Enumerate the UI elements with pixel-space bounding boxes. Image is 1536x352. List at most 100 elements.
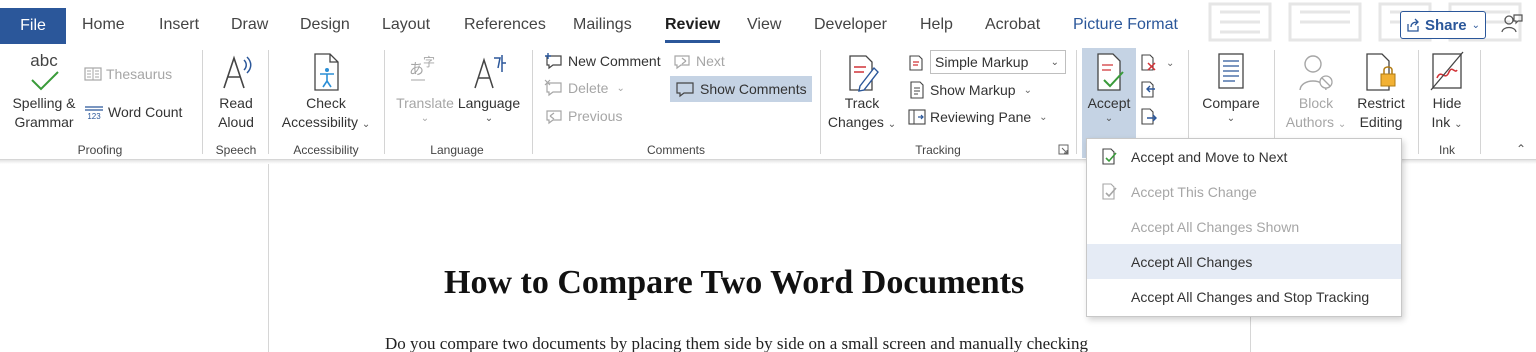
translate-icon: あ 字: [409, 54, 435, 81]
hide-label: Hide: [1432, 95, 1462, 111]
track-label: Track: [844, 95, 880, 111]
block-authors-button[interactable]: Block Authors ⌄: [1280, 50, 1352, 132]
group-separator: [384, 50, 385, 154]
document-title[interactable]: How to Compare Two Word Documents: [444, 264, 1024, 302]
markup-select-value: Simple Markup: [935, 54, 1029, 70]
track-changes-button[interactable]: Track Changes ⌄: [828, 50, 896, 132]
chevron-down-icon: ⌄: [1337, 119, 1347, 130]
menu-item-label: Accept All Changes Shown: [1131, 218, 1300, 235]
check-label: Check: [306, 95, 346, 111]
authors-label-text: Authors: [1285, 114, 1334, 130]
next-comment-button[interactable]: Next: [672, 50, 725, 72]
document-body-text[interactable]: Do you compare two documents by placing …: [385, 334, 1088, 352]
ink-label: Ink ⌄: [1432, 113, 1463, 132]
chevron-down-icon: ⌄: [1039, 111, 1048, 123]
menu-item-accept-this-change[interactable]: Accept This Change: [1087, 174, 1401, 209]
next-comment-icon: [674, 55, 690, 70]
previous-change-button[interactable]: [1140, 79, 1158, 101]
chevron-down-icon: ⌄: [1104, 113, 1114, 124]
tab-developer[interactable]: Developer: [814, 16, 887, 34]
next-label: Next: [696, 53, 725, 69]
tab-acrobat[interactable]: Acrobat: [985, 16, 1040, 34]
markup-icon: [909, 55, 923, 71]
track-changes-label: Changes ⌄: [828, 113, 896, 132]
reject-icon: [1141, 54, 1156, 71]
group-label-ink: Ink: [1438, 143, 1455, 157]
next-change-icon: [1141, 108, 1157, 125]
spelling-grammar-button[interactable]: abc Spelling & Grammar: [10, 50, 78, 132]
group-label-tracking: Tracking: [915, 143, 961, 157]
group-label-accessibility: Accessibility: [293, 143, 359, 157]
chevron-down-icon: ⌄: [1166, 57, 1175, 69]
menu-item-label: Accept All Changes: [1131, 253, 1253, 270]
read-aloud-label-2: Aloud: [218, 114, 254, 130]
restrict-label: Restrict: [1357, 95, 1405, 111]
previous-comment-button[interactable]: Previous: [544, 105, 622, 127]
word-count-button[interactable]: 123 Word Count: [84, 101, 182, 123]
comments-pane-icon[interactable]: [1500, 12, 1524, 36]
thesaurus-button[interactable]: Thesaurus: [84, 63, 172, 85]
accept-button[interactable]: Accept ⌄: [1082, 50, 1136, 125]
reviewing-pane-button[interactable]: Reviewing Pane ⌄: [908, 106, 1048, 128]
accept-label: Accept: [1087, 95, 1131, 111]
group-separator: [1076, 50, 1077, 154]
delete-comment-icon: [544, 79, 562, 97]
reviewing-pane-label: Reviewing Pane: [930, 109, 1032, 125]
ink-label-text: Ink: [1431, 114, 1451, 130]
word-count-icon: 123: [85, 106, 103, 120]
display-for-review-select[interactable]: Simple Markup ⌄: [930, 50, 1066, 74]
tab-view[interactable]: View: [747, 16, 781, 34]
chevron-down-icon: ⌄: [1226, 113, 1236, 124]
restrict-editing-icon: [1366, 53, 1396, 91]
check-accessibility-button[interactable]: Check Accessibility ⌄: [274, 50, 378, 132]
language-button[interactable]: Language ⌄: [456, 50, 522, 125]
group-separator: [1480, 50, 1481, 154]
show-comments-button[interactable]: Show Comments: [670, 76, 812, 102]
tab-draw[interactable]: Draw: [231, 16, 268, 34]
read-aloud-label: Read: [219, 95, 253, 111]
show-markup-button[interactable]: Show Markup ⌄: [908, 79, 1032, 101]
chevron-down-icon: ⌄: [887, 119, 897, 130]
restrict-editing-button[interactable]: Restrict Editing: [1350, 50, 1412, 132]
tab-review[interactable]: Review: [665, 16, 721, 43]
reviewing-pane-icon: [908, 109, 926, 125]
tab-insert[interactable]: Insert: [159, 16, 199, 34]
tab-file[interactable]: File: [0, 8, 66, 44]
tab-home[interactable]: Home: [82, 16, 125, 34]
previous-change-icon: [1141, 81, 1155, 98]
delete-comment-button[interactable]: Delete ⌄: [544, 77, 625, 99]
translate-button[interactable]: あ 字 Translate ⌄: [394, 50, 456, 125]
tab-help[interactable]: Help: [920, 16, 953, 34]
collapse-ribbon-icon[interactable]: ⌃: [1516, 142, 1526, 156]
new-comment-button[interactable]: New Comment: [544, 50, 661, 72]
next-change-button[interactable]: [1140, 106, 1158, 128]
share-icon: [1407, 18, 1419, 32]
tab-picture-format[interactable]: Picture Format: [1073, 16, 1178, 34]
menu-item-label: Accept and Move to Next: [1131, 148, 1288, 165]
menu-item-accept-all-changes-shown[interactable]: Accept All Changes Shown: [1087, 209, 1401, 244]
menu-item-accept-all-changes-and-stop-tracking[interactable]: Accept All Changes and Stop Tracking: [1087, 279, 1401, 314]
group-separator: [202, 50, 203, 154]
menu-item-accept-and-move-to-next[interactable]: Accept and Move to Next: [1087, 139, 1401, 174]
reject-button[interactable]: ⌄: [1140, 52, 1174, 74]
accept-icon: [1097, 53, 1124, 91]
hide-ink-button[interactable]: Hide Ink ⌄: [1424, 50, 1470, 132]
share-button[interactable]: Share ⌄: [1400, 11, 1486, 39]
group-separator: [1418, 50, 1419, 154]
compare-button[interactable]: Compare ⌄: [1196, 50, 1266, 125]
tab-mailings[interactable]: Mailings: [573, 16, 632, 34]
new-comment-icon: [545, 53, 562, 70]
menu-item-accept-all-changes[interactable]: Accept All Changes: [1087, 244, 1401, 279]
group-label-speech: Speech: [215, 143, 257, 157]
chevron-down-icon: ⌄: [420, 113, 430, 124]
show-comments-label: Show Comments: [700, 81, 807, 97]
tab-references[interactable]: References: [464, 16, 546, 34]
group-separator: [532, 50, 533, 154]
tab-design[interactable]: Design: [300, 16, 350, 34]
tab-layout[interactable]: Layout: [382, 16, 430, 34]
track-changes-icon: [849, 55, 879, 92]
check-accessibility-icon: [314, 53, 339, 91]
accessibility-label: Accessibility ⌄: [282, 113, 371, 132]
read-aloud-button[interactable]: Read Aloud: [208, 50, 264, 132]
dialog-launcher-icon[interactable]: [1058, 144, 1069, 155]
